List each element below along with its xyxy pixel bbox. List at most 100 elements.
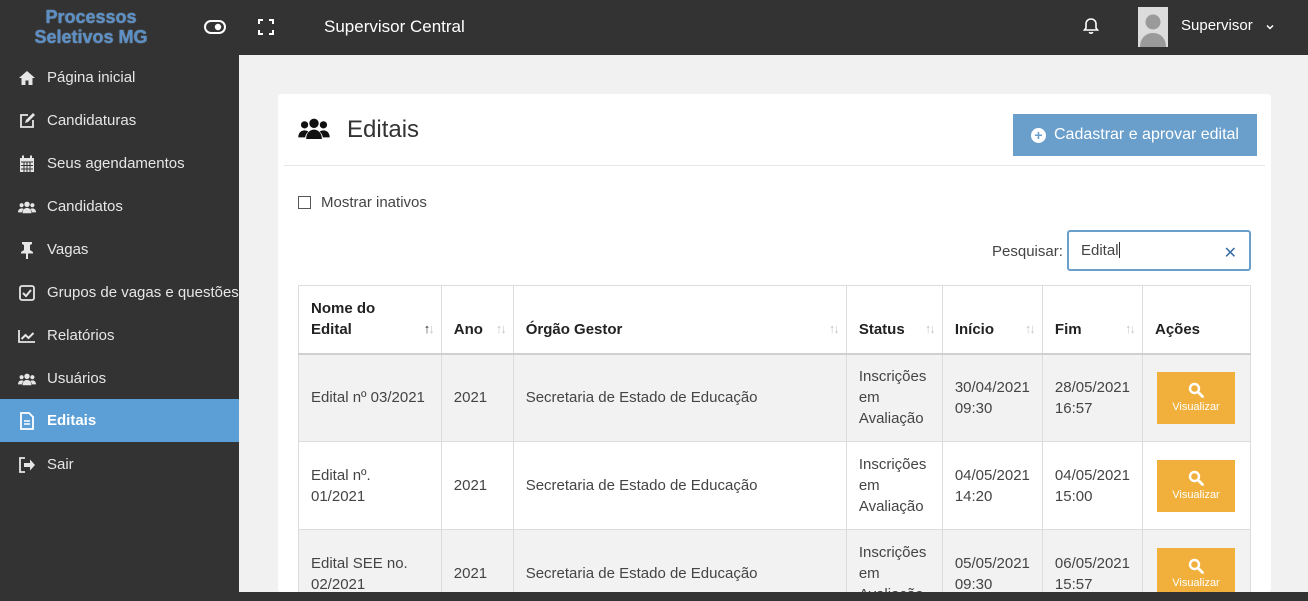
logo-line1: Processos [45,7,137,27]
page-header-title: Supervisor Central [324,17,465,36]
sidebar-item-label: Sair [47,456,74,473]
cell-ano: 2021 [440,529,514,592]
visualizar-button[interactable]: Visualizar [1156,459,1235,512]
cell-nome: Edital nº. 01/2021 [298,441,442,530]
sidebar-item-label: Relatórios [47,327,115,344]
search-icon [1188,558,1204,574]
sidebar-item-grupos-de-vagas[interactable]: Grupos de vagas e questões [0,271,239,314]
sidebar-item-editais[interactable]: Editais [0,399,239,442]
cell-orgao: Secretaria de Estado de Educação [512,441,847,530]
cell-nome: Edital nº 03/2021 [298,353,442,442]
cell-inicio: 05/05/2021 09:30 [941,529,1043,592]
sort-asc-icon: ↑↓ [423,320,435,336]
sidebar-item-relatorios[interactable]: Relatórios [0,314,239,357]
bell-icon[interactable] [1081,16,1101,36]
cell-fim: 28/05/2021 16:57 [1041,353,1143,442]
cell-orgao: Secretaria de Estado de Educação [512,353,847,442]
pin-icon [18,241,36,259]
cell-orgao: Secretaria de Estado de Educação [512,529,847,592]
col-header-inicio[interactable]: Início ↑↓ [941,285,1043,355]
sidebar-item-sair[interactable]: Sair [0,443,239,486]
logo-line2: Seletivos MG [34,27,148,47]
avatar[interactable] [1138,7,1168,47]
editais-card: Editais + Cadastrar e aprovar edital Mos… [278,94,1271,592]
user-name[interactable]: Supervisor [1181,17,1253,34]
cell-status: Inscrições em Avaliação [845,353,943,442]
sidebar-item-label: Candidatos [47,198,123,215]
cell-fim: 04/05/2021 15:00 [1041,441,1143,530]
users-icon [18,198,36,216]
horizontal-scrollbar[interactable] [239,592,1308,601]
table-row: Edital nº 03/2021 2021 Secretaria de Est… [298,353,1252,442]
sidebar-item-label: Editais [47,412,97,429]
visualizar-button[interactable]: Visualizar [1156,371,1235,424]
clear-search-icon[interactable]: ✕ [1224,243,1237,263]
sort-icon: ↑↓ [1024,320,1036,336]
cell-nome: Edital SEE no. 02/2021 [298,529,442,592]
cell-acoes: Visualizar [1141,441,1252,530]
col-header-status[interactable]: Status ↑↓ [845,285,943,355]
toggle-sidebar-icon[interactable] [204,17,226,37]
visualizar-button[interactable]: Visualizar [1156,547,1235,592]
card-header: Editais + Cadastrar e aprovar edital [284,94,1265,166]
fullscreen-icon[interactable] [257,17,279,37]
app-logo[interactable]: Processos Seletivos MG [0,0,182,55]
sidebar-item-label: Vagas [47,241,89,258]
search-icon [1188,383,1204,399]
show-inactive-toggle[interactable]: Mostrar inativos [298,194,427,211]
cell-status: Inscrições em Avaliação [845,529,943,592]
file-icon [18,411,36,430]
search-input[interactable]: Edital ✕ [1067,230,1251,271]
col-header-fim[interactable]: Fim ↑↓ [1041,285,1143,355]
sort-icon: ↑↓ [924,320,936,336]
sign-out-icon [18,456,36,474]
table-row: Edital nº. 01/2021 2021 Secretaria de Es… [298,441,1252,530]
sidebar-item-label: Candidaturas [47,112,137,129]
sidebar-item-candidaturas[interactable]: Candidaturas [0,99,239,142]
cell-acoes: Visualizar [1141,529,1252,592]
cell-ano: 2021 [440,353,514,442]
cell-inicio: 04/05/2021 14:20 [941,441,1043,530]
sidebar-item-seus-agendamentos[interactable]: Seus agendamentos [0,142,239,185]
table-row: Edital SEE no. 02/2021 2021 Secretaria d… [298,529,1252,592]
editais-table: Nome do Edital ↑↓ Ano ↑↓ Órgão Gestor ↑↓… [298,285,1252,592]
sidebar-item-label: Página inicial [47,69,136,86]
sidebar-item-label: Grupos de vagas e questões [47,284,239,301]
col-header-ano[interactable]: Ano ↑↓ [440,285,514,355]
cell-ano: 2021 [440,441,514,530]
top-bar: Processos Seletivos MG Supervisor Centra… [0,0,1308,55]
users-icon [18,370,36,388]
col-header-nome[interactable]: Nome do Edital ↑↓ [298,285,442,355]
calendar-icon [18,155,36,173]
sidebar-item-label: Seus agendamentos [47,155,185,172]
cell-acoes: Visualizar [1141,353,1252,442]
sidebar-item-vagas[interactable]: Vagas [0,228,239,271]
sort-icon: ↑↓ [1124,320,1136,336]
sort-icon: ↑↓ [828,320,840,336]
show-inactive-label: Mostrar inativos [321,194,427,211]
sort-icon: ↑↓ [495,320,507,336]
chevron-down-icon[interactable] [1264,20,1276,32]
search-label: Pesquisar: [992,243,1063,260]
check-square-icon [18,284,36,302]
text-caret [1118,242,1120,258]
col-header-orgao[interactable]: Órgão Gestor ↑↓ [512,285,847,355]
cell-inicio: 30/04/2021 09:30 [941,353,1043,442]
sidebar-item-candidatos[interactable]: Candidatos [0,185,239,228]
cell-status: Inscrições em Avaliação [845,441,943,530]
chart-icon [18,327,36,345]
plus-circle-icon: + [1031,127,1046,143]
sidebar-item-label: Usuários [47,370,107,387]
search-value: Edital [1081,242,1119,259]
users-icon [298,117,330,141]
cadastrar-edital-button[interactable]: + Cadastrar e aprovar edital [1013,114,1257,156]
edit-icon [18,112,36,130]
show-inactive-checkbox[interactable] [298,196,311,209]
table-header-row: Nome do Edital ↑↓ Ano ↑↓ Órgão Gestor ↑↓… [298,285,1252,355]
sidebar-item-usuarios[interactable]: Usuários [0,357,239,400]
sidebar-item-pagina-inicial[interactable]: Página inicial [0,56,239,99]
page-title: Editais [347,116,420,143]
home-icon [18,69,36,87]
cadastrar-edital-label: Cadastrar e aprovar edital [1054,126,1239,143]
col-header-acoes: Ações [1141,285,1252,355]
